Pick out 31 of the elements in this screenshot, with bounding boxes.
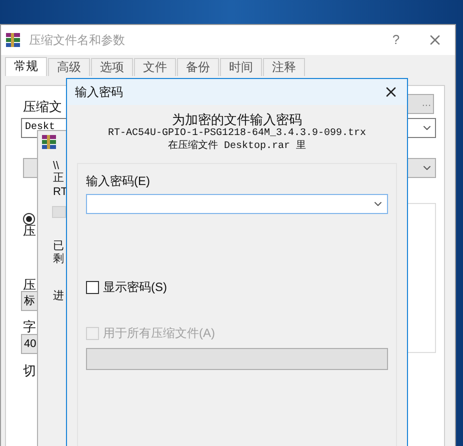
tab[interactable]: 选项 xyxy=(91,58,133,76)
message-text: RT-AC54U-GPIO-1-PSG1218-64M_3.4.3.9-099.trx xyxy=(108,127,366,140)
window-title: 压缩文件名和参数 xyxy=(29,32,125,49)
field-label: 字 xyxy=(23,318,36,336)
field-label: 压 xyxy=(23,222,36,240)
books-icon xyxy=(5,32,21,48)
dialog-title: 输入密码 xyxy=(75,84,123,101)
checkbox-label: 用于所有压缩文件(A) xyxy=(103,325,215,342)
message-text: 为加密的文件输入密码 xyxy=(172,112,302,127)
status-text: 进 xyxy=(53,290,64,302)
field-label: 切 xyxy=(23,362,36,380)
checkbox-label: 显示密码(S) xyxy=(103,279,167,296)
tab[interactable]: 文件 xyxy=(134,58,176,76)
message-text: 在压缩文件 Desktop.rar 里 xyxy=(168,140,306,153)
tab[interactable]: 高级 xyxy=(48,58,90,76)
status-text: RT xyxy=(53,186,68,198)
help-button[interactable]: ? xyxy=(381,30,411,50)
field-label: 压 xyxy=(23,276,36,294)
status-text: 剩 xyxy=(53,253,64,265)
checkbox[interactable] xyxy=(86,280,99,294)
status-text: 正 xyxy=(53,172,64,184)
tab[interactable]: 常规 xyxy=(5,57,47,76)
books-icon xyxy=(41,134,57,150)
tab[interactable]: 时间 xyxy=(220,58,262,76)
tab[interactable]: 注释 xyxy=(263,58,305,76)
status-text: 已 xyxy=(53,240,64,252)
status-text: \\ xyxy=(53,160,60,172)
field-label: 压缩文 xyxy=(23,98,62,116)
tab[interactable]: 备份 xyxy=(177,58,219,76)
password-field[interactable] xyxy=(86,194,388,214)
field-label: 输入密码(E) xyxy=(86,173,151,190)
